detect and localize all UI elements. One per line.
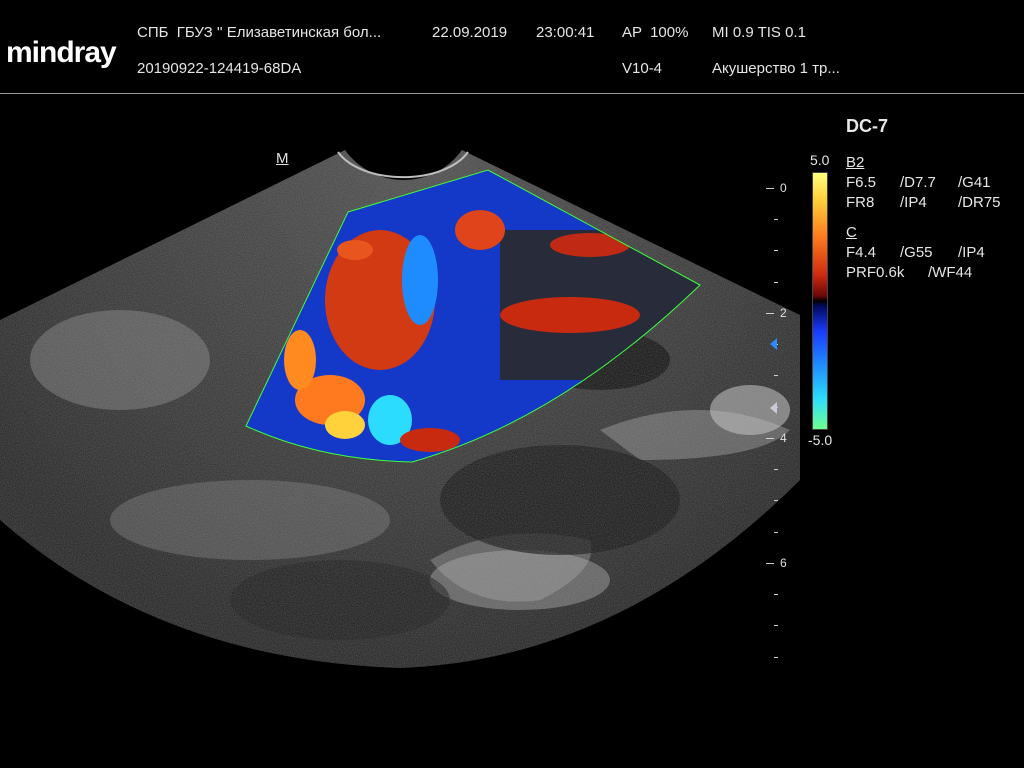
orientation-marker: M	[276, 150, 289, 167]
depth-tick	[774, 219, 778, 220]
b-param: FR8	[846, 194, 875, 211]
b-mode-label: B2	[846, 154, 865, 171]
focus-marker-icon	[770, 338, 777, 350]
depth-tick	[774, 500, 778, 501]
institution-name: СПБ ГБУЗ '' Елизаветинская бол...	[137, 24, 382, 41]
exam-id: 20190922-124419-68DA	[137, 60, 302, 77]
b-param: F6.5	[846, 174, 877, 191]
depth-label-6: 6	[780, 556, 787, 570]
depth-tick	[774, 282, 778, 283]
b-param: /G41	[958, 174, 991, 191]
color-mode-label: C	[846, 224, 857, 241]
depth-tick	[766, 313, 774, 314]
ultrasound-image	[0, 150, 800, 668]
exam-date: 22.09.2019	[432, 24, 508, 41]
b-param: /DR75	[958, 194, 1001, 211]
depth-tick	[766, 563, 774, 564]
c-param: PRF0.6k	[846, 264, 905, 281]
depth-tick	[774, 532, 778, 533]
acoustic-power: AP 100%	[622, 24, 689, 41]
depth-label-2: 2	[780, 306, 787, 320]
depth-tick	[766, 188, 774, 189]
color-scale-min: -5.0	[808, 432, 833, 448]
focus-marker-icon	[770, 402, 777, 414]
color-scale-max: 5.0	[810, 152, 830, 168]
mindray-logo: mindray	[6, 36, 117, 69]
depth-tick	[774, 594, 778, 595]
b-param: /IP4	[900, 194, 927, 211]
depth-label-4: 4	[780, 431, 787, 445]
depth-tick	[766, 438, 774, 439]
mi-tis-readout: MI 0.9 TIS 0.1	[712, 24, 806, 41]
focus-markers[interactable]	[768, 338, 778, 418]
c-param: F4.4	[846, 244, 877, 261]
exam-preset: Акушерство 1 тр...	[712, 60, 840, 77]
depth-tick	[774, 657, 778, 658]
c-param: /IP4	[958, 244, 985, 261]
exam-time: 23:00:41	[536, 24, 595, 41]
depth-label-0: 0	[780, 181, 787, 195]
color-velocity-bar	[812, 172, 828, 430]
depth-tick	[774, 250, 778, 251]
depth-tick	[774, 625, 778, 626]
b-param: /D7.7	[900, 174, 936, 191]
header-bar: mindray СПБ ГБУЗ '' Елизаветинская бол..…	[0, 0, 1024, 94]
probe-name: V10-4	[622, 60, 663, 77]
c-param: /WF44	[928, 264, 973, 281]
depth-tick	[774, 469, 778, 470]
mode-title: DC-7	[846, 116, 889, 136]
c-param: /G55	[900, 244, 933, 261]
